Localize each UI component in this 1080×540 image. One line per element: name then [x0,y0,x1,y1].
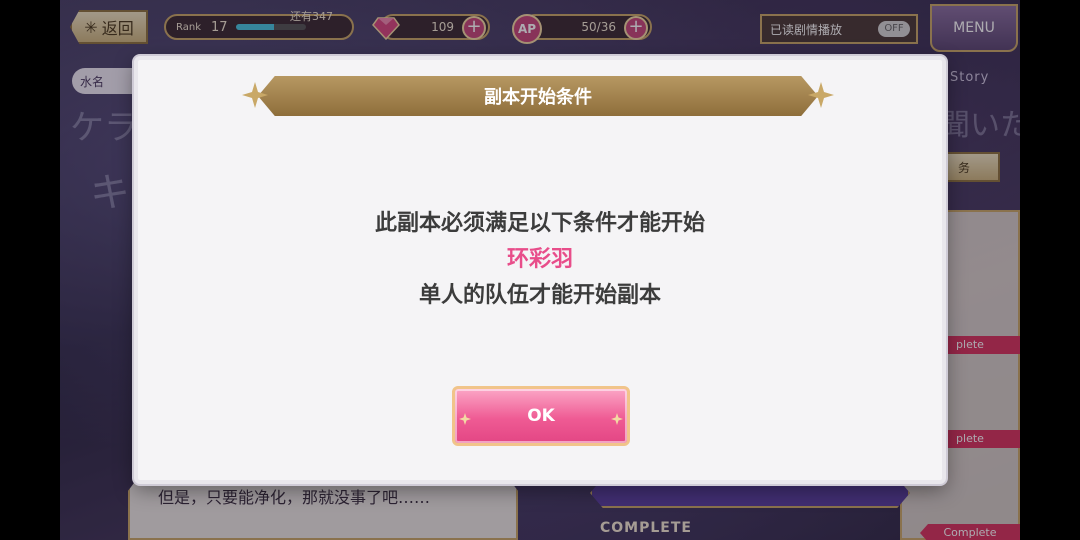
required-character: 环彩羽 [506,247,573,272]
ok-label: OK [527,406,555,426]
condition-line: 单人的队伍才能开始副本 [418,283,661,308]
game-screen: ケラ 聞 キ 聞いた ✳ 返回 Rank 17 还有347 109 + 50/3… [60,0,1020,540]
sparkle-icon [459,413,471,425]
modal-title: 副本开始条件 [484,87,592,108]
sparkle-icon [611,413,623,425]
modal-message: 此副本必须满足以下条件才能开始 环彩羽 单人的队伍才能开始副本 [138,206,942,314]
start-condition-dialog: 副本开始条件 此副本必须满足以下条件才能开始 环彩羽 单人的队伍才能开始副本 O… [134,56,946,484]
condition-line: 此副本必须满足以下条件才能开始 [374,211,705,236]
ok-button[interactable]: OK [452,386,630,446]
